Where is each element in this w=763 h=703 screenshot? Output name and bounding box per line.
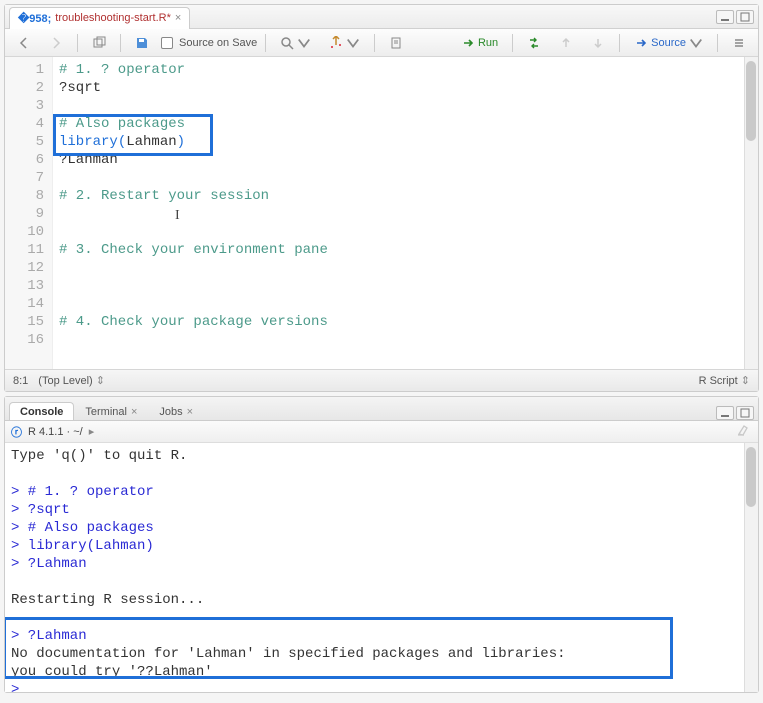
code-tools-icon[interactable] — [323, 33, 366, 53]
console-scrollbar[interactable] — [744, 443, 758, 692]
code-line[interactable] — [59, 223, 752, 241]
toolbar-divider — [374, 34, 375, 52]
run-button[interactable]: Run — [455, 33, 504, 53]
console-line: > # Also packages — [11, 519, 752, 537]
nav-forward-icon[interactable] — [43, 33, 69, 53]
console-line: > # 1. ? operator — [11, 483, 752, 501]
toolbar-divider — [265, 34, 266, 52]
console-line: > library(Lahman) — [11, 537, 752, 555]
code-column[interactable]: I # 1. ? operator?sqrt # Also packageslib… — [53, 57, 758, 369]
language-selector[interactable]: R Script ⇕ — [699, 374, 750, 387]
code-line[interactable]: # Also packages — [59, 115, 752, 133]
source-button-label: Source — [651, 37, 686, 49]
code-line[interactable]: # 1. ? operator — [59, 61, 752, 79]
close-icon[interactable]: × — [175, 12, 181, 24]
editor-scrollbar[interactable] — [744, 57, 758, 369]
source-on-save-checkbox[interactable] — [161, 37, 173, 49]
session-menu-icon[interactable]: ▸ — [89, 425, 95, 438]
code-line[interactable] — [59, 277, 752, 295]
rerun-icon[interactable] — [521, 33, 547, 53]
save-icon[interactable] — [129, 33, 155, 53]
console-line: > — [11, 681, 752, 692]
code-line[interactable] — [59, 295, 752, 313]
code-line[interactable] — [59, 205, 752, 223]
source-panel: �958; troubleshooting-start.R* × — [4, 4, 759, 392]
console-panel: Console Terminal × Jobs × ⓡ R 4.1.1 · ~/… — [4, 396, 759, 693]
r-logo-icon: ⓡ — [11, 424, 22, 440]
source-button[interactable]: Source — [628, 33, 709, 53]
toolbar-divider — [120, 34, 121, 52]
editor-statusbar: 8:1 (Top Level) ⇕ R Script ⇕ — [5, 369, 758, 391]
close-icon[interactable]: × — [187, 406, 193, 418]
close-icon[interactable]: × — [131, 406, 137, 418]
run-button-label: Run — [478, 37, 498, 49]
code-line[interactable] — [59, 259, 752, 277]
editor-toolbar: Source on Save Run — [5, 29, 758, 57]
minimize-panel-button[interactable] — [716, 406, 734, 420]
console-output[interactable]: Type 'q()' to quit R.> # 1. ? operator> … — [5, 443, 758, 692]
toolbar-divider — [717, 34, 718, 52]
r-file-icon: �958; — [18, 12, 51, 25]
toolbar-divider — [619, 34, 620, 52]
file-tab-label: troubleshooting-start.R* — [55, 12, 171, 24]
code-line[interactable] — [59, 169, 752, 187]
code-line[interactable]: # 3. Check your environment pane — [59, 241, 752, 259]
toolbar-divider — [512, 34, 513, 52]
text-cursor-icon: I — [175, 207, 180, 225]
code-line[interactable]: ?sqrt — [59, 79, 752, 97]
maximize-panel-button[interactable] — [736, 10, 754, 24]
console-info-bar: ⓡ R 4.1.1 · ~/ ▸ — [5, 421, 758, 443]
source-on-save-label: Source on Save — [179, 37, 257, 49]
scope-selector[interactable]: (Top Level) ⇕ — [38, 374, 105, 387]
code-line[interactable]: # 2. Restart your session — [59, 187, 752, 205]
panel-window-controls — [716, 406, 754, 420]
code-line[interactable]: ?Lahman — [59, 151, 752, 169]
console-line — [11, 609, 752, 627]
console-line — [11, 465, 752, 483]
console-line: > ?sqrt — [11, 501, 752, 519]
outline-icon[interactable] — [726, 33, 752, 53]
file-tabbar: �958; troubleshooting-start.R* × — [5, 5, 758, 29]
clear-console-icon[interactable] — [736, 423, 752, 440]
line-gutter: 12345678910111213141516 — [5, 57, 53, 369]
tab-jobs[interactable]: Jobs × — [148, 402, 204, 420]
toolbar-divider — [77, 34, 78, 52]
console-line: No documentation for 'Lahman' in specifi… — [11, 645, 752, 663]
console-line: Type 'q()' to quit R. — [11, 447, 752, 465]
console-line: Restarting R session... — [11, 591, 752, 609]
console-line: > ?Lahman — [11, 555, 752, 573]
console-tabbar: Console Terminal × Jobs × — [5, 397, 758, 421]
console-scroll-thumb[interactable] — [746, 447, 756, 507]
console-line: you could try '??Lahman' — [11, 663, 752, 681]
code-line[interactable] — [59, 97, 752, 115]
minimize-panel-button[interactable] — [716, 10, 734, 24]
tab-console[interactable]: Console — [9, 402, 74, 420]
compile-report-icon[interactable] — [383, 33, 409, 53]
console-line — [11, 573, 752, 591]
r-version-label: R 4.1.1 · ~/ — [28, 426, 83, 438]
show-in-new-window-icon[interactable] — [86, 33, 112, 53]
cursor-position: 8:1 — [13, 375, 28, 387]
maximize-panel-button[interactable] — [736, 406, 754, 420]
file-tab[interactable]: �958; troubleshooting-start.R* × — [9, 7, 190, 29]
console-line: > ?Lahman — [11, 627, 752, 645]
go-down-icon[interactable] — [585, 33, 611, 53]
editor-scroll-thumb[interactable] — [746, 61, 756, 141]
find-icon[interactable] — [274, 33, 317, 53]
code-line[interactable] — [59, 331, 752, 349]
code-editor[interactable]: 12345678910111213141516 I # 1. ? operato… — [5, 57, 758, 369]
tab-terminal[interactable]: Terminal × — [74, 402, 148, 420]
code-line[interactable]: library(Lahman) — [59, 133, 752, 151]
panel-window-controls — [716, 10, 754, 24]
go-up-icon[interactable] — [553, 33, 579, 53]
code-line[interactable]: # 4. Check your package versions — [59, 313, 752, 331]
nav-back-icon[interactable] — [11, 33, 37, 53]
